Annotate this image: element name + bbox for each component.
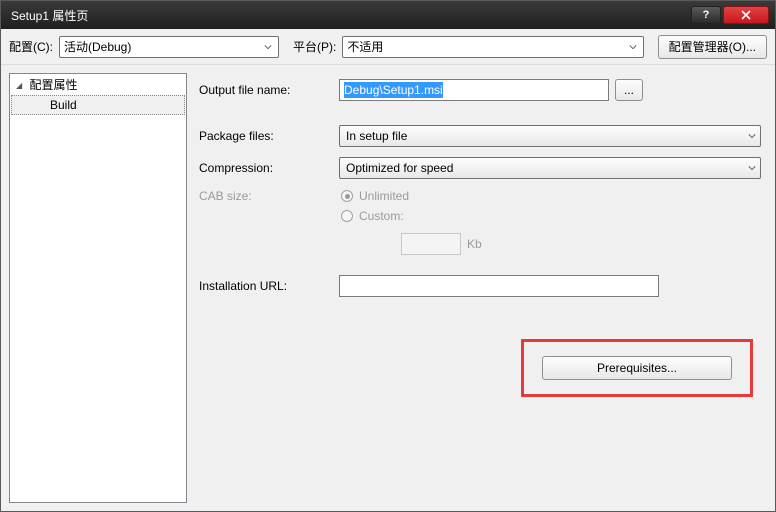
cab-size-label: CAB size: bbox=[199, 189, 339, 203]
prerequisites-highlight: Prerequisites... bbox=[521, 339, 753, 397]
output-file-input[interactable]: Debug\Setup1.msi bbox=[339, 79, 609, 101]
window-title: Setup1 属性页 bbox=[7, 7, 691, 24]
build-panel: Output file name: Debug\Setup1.msi ... P… bbox=[197, 73, 767, 503]
package-files-value: In setup file bbox=[346, 129, 407, 143]
titlebar[interactable]: Setup1 属性页 ? bbox=[1, 1, 775, 29]
chevron-down-icon bbox=[260, 39, 276, 55]
installation-url-label: Installation URL: bbox=[199, 279, 339, 293]
package-files-select[interactable]: In setup file bbox=[339, 125, 761, 147]
compression-value: Optimized for speed bbox=[346, 161, 453, 175]
output-file-row: Output file name: Debug\Setup1.msi ... bbox=[199, 79, 761, 101]
close-button[interactable] bbox=[723, 6, 769, 24]
cab-custom-row: Custom: bbox=[341, 209, 482, 223]
cab-size-group: Unlimited Custom: Kb bbox=[339, 189, 482, 255]
chevron-down-icon bbox=[625, 39, 641, 55]
cab-custom-radio bbox=[341, 210, 353, 222]
platform-value: 不适用 bbox=[347, 38, 383, 55]
installation-url-input[interactable] bbox=[339, 275, 659, 297]
prerequisites-button[interactable]: Prerequisites... bbox=[542, 356, 732, 380]
cab-unlimited-radio bbox=[341, 190, 353, 202]
compression-select[interactable]: Optimized for speed bbox=[339, 157, 761, 179]
config-manager-label: 配置管理器(O)... bbox=[669, 38, 756, 55]
tree-node-build[interactable]: Build bbox=[11, 95, 185, 115]
package-files-label: Package files: bbox=[199, 129, 339, 143]
output-file-label: Output file name: bbox=[199, 83, 339, 97]
browse-label: ... bbox=[624, 83, 634, 97]
category-tree[interactable]: 配置属性 Build bbox=[9, 73, 187, 503]
cab-custom-size-row: Kb bbox=[341, 233, 482, 255]
browse-button[interactable]: ... bbox=[615, 79, 643, 101]
tree-node-label: Build bbox=[50, 98, 77, 112]
chevron-down-icon bbox=[748, 161, 756, 175]
property-pages-window: Setup1 属性页 ? 配置(C): 活动(Debug) 平台(P): 不适用… bbox=[0, 0, 776, 512]
config-manager-button[interactable]: 配置管理器(O)... bbox=[658, 35, 767, 59]
tree-node-label: 配置属性 bbox=[30, 78, 78, 92]
cab-custom-label: Custom: bbox=[359, 209, 404, 223]
cab-unlimited-row: Unlimited bbox=[341, 189, 482, 203]
compression-row: Compression: Optimized for speed bbox=[199, 157, 761, 179]
main-area: 配置属性 Build Output file name: Debug\Setup… bbox=[1, 65, 775, 511]
output-file-value: Debug\Setup1.msi bbox=[344, 82, 443, 98]
cab-size-row: CAB size: Unlimited Custom: Kb bbox=[199, 189, 761, 255]
window-controls: ? bbox=[691, 6, 769, 24]
package-files-row: Package files: In setup file bbox=[199, 125, 761, 147]
installation-url-row: Installation URL: bbox=[199, 275, 761, 297]
configuration-combo[interactable]: 活动(Debug) bbox=[59, 36, 279, 58]
chevron-down-icon bbox=[748, 129, 756, 143]
cab-custom-size-input bbox=[401, 233, 461, 255]
kb-label: Kb bbox=[467, 237, 482, 251]
help-button[interactable]: ? bbox=[691, 6, 721, 24]
platform-combo[interactable]: 不适用 bbox=[342, 36, 643, 58]
configuration-label: 配置(C): bbox=[9, 38, 53, 55]
close-icon bbox=[741, 10, 751, 20]
config-toolbar: 配置(C): 活动(Debug) 平台(P): 不适用 配置管理器(O)... bbox=[1, 29, 775, 65]
configuration-value: 活动(Debug) bbox=[64, 38, 131, 55]
tree-node-config-properties[interactable]: 配置属性 bbox=[10, 74, 186, 95]
cab-unlimited-label: Unlimited bbox=[359, 189, 409, 203]
compression-label: Compression: bbox=[199, 161, 339, 175]
platform-label: 平台(P): bbox=[293, 38, 336, 55]
prerequisites-label: Prerequisites... bbox=[597, 361, 677, 375]
